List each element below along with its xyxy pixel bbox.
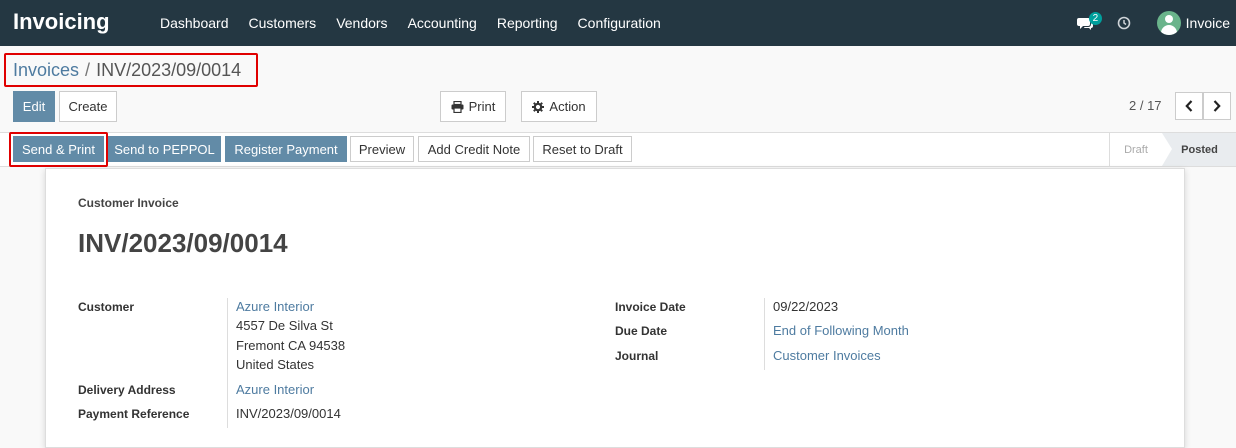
address-line: United States — [236, 357, 315, 372]
chevron-left-icon — [1185, 100, 1193, 112]
menu-item-customers[interactable]: Customers — [239, 15, 327, 31]
edit-button[interactable]: Edit — [13, 91, 55, 122]
chat-count-badge: 2 — [1088, 12, 1103, 25]
printer-icon — [451, 100, 464, 113]
send-print-highlight — [9, 132, 108, 167]
address-line: 4557 De Silva St — [236, 318, 333, 333]
payment-reference-label: Payment Reference — [78, 407, 190, 421]
invoice-date-value: 09/22/2023 — [773, 299, 839, 314]
field-divider — [764, 298, 765, 370]
chevron-right-icon — [1213, 100, 1221, 112]
stage-posted[interactable]: Posted — [1162, 133, 1236, 166]
pager-next-button[interactable] — [1203, 92, 1231, 120]
messages-button[interactable]: 2 — [1071, 0, 1103, 46]
invoice-number-title: INV/2023/09/0014 — [78, 228, 288, 258]
delivery-address-link[interactable]: Azure Interior — [236, 382, 314, 397]
invoice-date-label: Invoice Date — [615, 300, 686, 314]
send-to-peppol-button[interactable]: Send to PEPPOL — [108, 136, 221, 162]
clock-icon — [1117, 16, 1130, 30]
main-menu: Dashboard Customers Vendors Accounting R… — [150, 0, 671, 46]
pager-previous-button[interactable] — [1175, 92, 1203, 120]
print-button[interactable]: Print — [440, 91, 506, 122]
breadcrumb-invoices-link[interactable]: Invoices — [13, 60, 79, 80]
pager-value[interactable]: 2 / 17 — [1129, 98, 1162, 113]
customer-link[interactable]: Azure Interior — [236, 299, 314, 314]
menu-item-configuration[interactable]: Configuration — [568, 15, 671, 31]
journal-link[interactable]: Customer Invoices — [773, 348, 881, 363]
due-date-label: Due Date — [615, 324, 668, 338]
field-divider — [227, 298, 228, 428]
stage-indicator: Draft Posted — [1109, 133, 1236, 166]
address-line: Fremont CA 94538 — [236, 338, 346, 353]
stage-draft[interactable]: Draft — [1110, 133, 1162, 166]
gear-icon — [532, 100, 545, 113]
user-menu[interactable]: Invoice — [1156, 11, 1230, 35]
activity-button[interactable] — [1113, 0, 1137, 46]
menu-item-reporting[interactable]: Reporting — [487, 15, 568, 31]
due-date-link[interactable]: End of Following Month — [773, 323, 909, 338]
payment-reference-value: INV/2023/09/0014 — [236, 406, 341, 421]
document-type: Customer Invoice — [78, 196, 179, 210]
app-title[interactable]: Invoicing — [13, 9, 110, 35]
user-name: Invoice — [1185, 15, 1230, 31]
preview-button[interactable]: Preview — [350, 136, 414, 162]
menu-item-accounting[interactable]: Accounting — [398, 15, 487, 31]
customer-label: Customer — [78, 300, 135, 314]
action-button[interactable]: Action — [521, 91, 597, 122]
add-credit-note-button[interactable]: Add Credit Note — [418, 136, 530, 162]
breadcrumb: Invoices / INV/2023/09/0014 — [13, 60, 241, 81]
create-button[interactable]: Create — [59, 91, 117, 122]
navbar-right: 2 Invoice — [1071, 0, 1236, 46]
avatar — [1156, 11, 1181, 35]
action-label: Action — [549, 99, 586, 114]
stage-arrow — [1162, 133, 1172, 166]
menu-item-vendors[interactable]: Vendors — [326, 15, 397, 31]
breadcrumb-current: INV/2023/09/0014 — [96, 60, 242, 80]
menu-item-dashboard[interactable]: Dashboard — [150, 15, 239, 31]
reset-to-draft-button[interactable]: Reset to Draft — [533, 136, 632, 162]
print-label: Print — [468, 99, 496, 114]
top-navbar: Invoicing Dashboard Customers Vendors Ac… — [0, 0, 1236, 46]
register-payment-button[interactable]: Register Payment — [225, 136, 347, 162]
journal-label: Journal — [615, 349, 659, 363]
breadcrumb-separator: / — [85, 60, 91, 80]
delivery-address-label: Delivery Address — [78, 383, 176, 397]
